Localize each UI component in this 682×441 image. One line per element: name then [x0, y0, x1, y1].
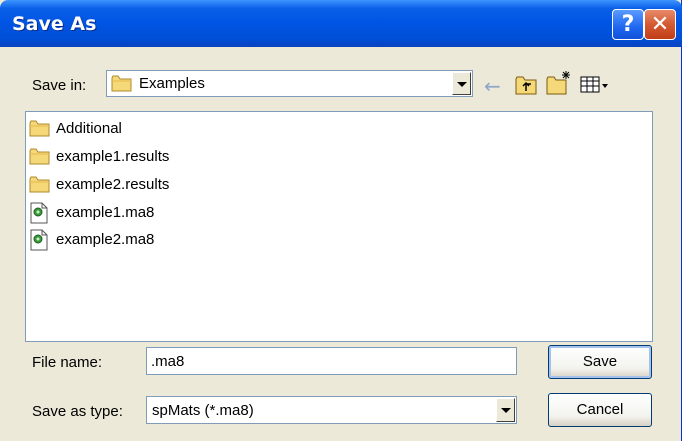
folder-icon [29, 176, 50, 193]
save-as-type-combo[interactable]: spMats (*.ma8) [146, 396, 517, 424]
document-icon [30, 229, 48, 251]
file-name-text: example2.ma8 [56, 231, 155, 248]
title-bar[interactable]: Save As ? ✕ [0, 0, 682, 47]
save-in-value: Examples [139, 75, 205, 92]
chevron-down-icon [501, 408, 511, 413]
save-in-dropdown-button[interactable] [452, 72, 471, 95]
up-folder-icon[interactable] [515, 75, 537, 95]
close-button[interactable]: ✕ [644, 9, 676, 40]
file-name-text: example2.results [56, 176, 170, 193]
save-in-label: Save in: [32, 77, 87, 94]
file-name-text: Additional [56, 120, 122, 137]
folder-icon [111, 75, 132, 92]
folder-icon [29, 148, 50, 165]
view-menu-icon[interactable] [580, 76, 610, 94]
file-name-label: File name: [32, 354, 103, 371]
save-in-combo[interactable]: Examples [106, 70, 473, 97]
file-list[interactable]: Additional example1.results example2.res… [25, 111, 653, 342]
back-arrow-icon[interactable]: ← [484, 74, 501, 98]
save-button[interactable]: Save [548, 345, 652, 379]
document-icon [30, 202, 48, 224]
file-name-text: example1.ma8 [56, 204, 155, 221]
help-button[interactable]: ? [612, 9, 644, 40]
save-as-type-label: Save as type: [32, 403, 123, 420]
file-name-text: example1.results [56, 148, 170, 165]
folder-icon [29, 120, 50, 137]
cancel-button[interactable]: Cancel [548, 393, 652, 427]
window-title: Save As [12, 13, 97, 35]
save-as-type-dropdown-button[interactable] [496, 398, 515, 422]
save-as-dialog: Save As ? ✕ Save in: Examples ← Addition… [0, 0, 682, 441]
new-folder-icon[interactable] [546, 70, 572, 96]
save-as-type-value: spMats (*.ma8) [152, 402, 254, 419]
file-name-input[interactable]: .ma8 [146, 347, 517, 375]
chevron-down-icon [457, 82, 467, 87]
file-name-value: .ma8 [151, 353, 185, 370]
